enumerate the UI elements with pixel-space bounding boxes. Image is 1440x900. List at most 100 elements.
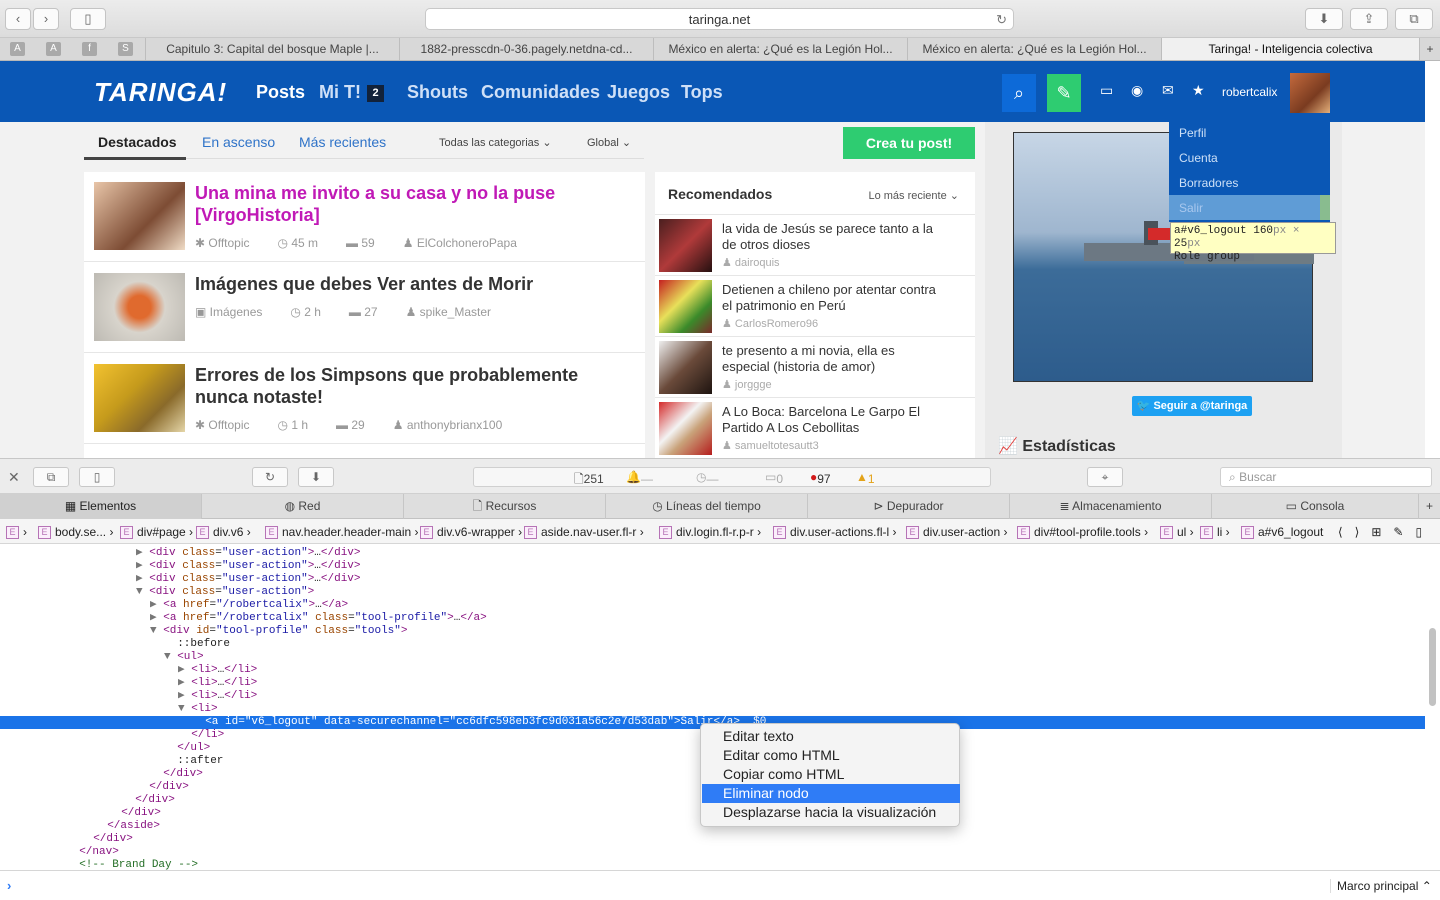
scrollbar[interactable] bbox=[1429, 628, 1436, 706]
post-item[interactable]: Imágenes que debes Ver antes de Morir ▣ … bbox=[84, 263, 645, 353]
detach-button[interactable]: ⧉ bbox=[33, 467, 69, 487]
sidebar-toggle-button[interactable]: ▯ bbox=[70, 8, 106, 30]
tab-mas-recientes[interactable]: Más recientes bbox=[299, 134, 386, 150]
new-tab-button[interactable]: + bbox=[1419, 38, 1440, 60]
nav-mit[interactable]: Mi T! 2 bbox=[319, 82, 384, 103]
frame-select[interactable]: Marco principal ⌃ bbox=[1330, 879, 1432, 893]
category-select[interactable]: Todas las categorias ⌄ bbox=[439, 136, 552, 149]
tab-elementos[interactable]: ▦ Elementos bbox=[0, 494, 202, 519]
recommended-title-link[interactable]: te presento a mi novia, ella es especial… bbox=[722, 343, 942, 375]
breadcrumb-item[interactable]: Ebody.se... › bbox=[38, 525, 113, 540]
create-post-button[interactable]: Crea tu post! bbox=[843, 127, 975, 159]
context-menu-item[interactable]: Eliminar nodo bbox=[702, 784, 960, 803]
site-logo[interactable]: TARINGA! bbox=[94, 77, 227, 108]
tab-depurador[interactable]: ⊳ Depurador bbox=[808, 494, 1010, 519]
dom-node[interactable]: </nav> bbox=[0, 846, 1425, 859]
breadcrumb-item[interactable]: Enav.header.header-main › bbox=[265, 525, 419, 540]
nav-shouts[interactable]: Shouts bbox=[407, 82, 468, 103]
post-thumbnail[interactable] bbox=[94, 273, 185, 341]
tab-recursos[interactable]: 🗋 Recursos bbox=[404, 494, 606, 519]
star-icon[interactable]: ★ bbox=[1192, 82, 1205, 99]
dom-node[interactable]: ▶ <div class="user-action">…</div> bbox=[0, 560, 1425, 573]
tab-consola[interactable]: ▭ Consola bbox=[1212, 494, 1419, 519]
recommended-thumbnail[interactable] bbox=[659, 219, 712, 272]
tab-en-ascenso[interactable]: En ascenso bbox=[202, 134, 275, 150]
post-item[interactable]: Errores de los Simpsons que probablement… bbox=[84, 354, 645, 444]
browser-tab[interactable]: Capitulo 3: Capital del bosque Maple |..… bbox=[145, 38, 399, 60]
dom-node[interactable]: </div> bbox=[0, 833, 1425, 846]
post-title[interactable]: Imágenes que debes Ver antes de Morir bbox=[195, 273, 615, 295]
back-button[interactable]: ‹ bbox=[5, 8, 31, 30]
context-menu-item[interactable]: Desplazarse hacia la visualización bbox=[702, 803, 960, 822]
breadcrumb-item[interactable]: Ediv.v6 › bbox=[196, 525, 251, 540]
mail-icon[interactable]: ✉ bbox=[1162, 82, 1174, 99]
browser-tab[interactable]: México en alerta: ¿Qué es la Legión Hol.… bbox=[653, 38, 907, 60]
username[interactable]: robertcalix bbox=[1222, 85, 1277, 99]
share-button[interactable]: ⇪ bbox=[1350, 8, 1388, 30]
recommended-thumbnail[interactable] bbox=[659, 280, 712, 333]
element-picker-icon[interactable]: ⌖ bbox=[1087, 467, 1123, 487]
browser-tab-active[interactable]: Taringa! - Inteligencia colectiva bbox=[1161, 38, 1419, 60]
recommended-author[interactable]: ♟ dairoquis bbox=[722, 256, 780, 269]
post-item[interactable]: Una mina me invito a su casa y no la pus… bbox=[84, 172, 645, 262]
nav-comunidades[interactable]: Comunidades bbox=[481, 82, 600, 103]
menu-item-borradores[interactable]: Borradores bbox=[1179, 176, 1238, 190]
recommended-item[interactable]: Detienen a chileno por atentar contra el… bbox=[655, 275, 975, 336]
recommended-title-link[interactable]: la vida de Jesús se parece tanto a la de… bbox=[722, 221, 942, 253]
browser-tab[interactable]: México en alerta: ¿Qué es la Legión Hol.… bbox=[907, 38, 1161, 60]
breadcrumb-item[interactable]: Ediv.login.fl-r.p-r › bbox=[659, 525, 761, 540]
sort-select[interactable]: Lo más reciente ⌄ bbox=[868, 189, 959, 202]
add-tab-button[interactable]: + bbox=[1419, 494, 1440, 519]
monitor-icon[interactable]: ▭ bbox=[1100, 82, 1113, 99]
new-post-icon[interactable]: ✎ bbox=[1047, 74, 1081, 112]
recommended-item[interactable]: la vida de Jesús se parece tanto a la de… bbox=[655, 214, 975, 275]
post-title[interactable]: Errores de los Simpsons que probablement… bbox=[195, 364, 615, 408]
dom-node[interactable]: ▶ <a href="/robertcalix" class="tool-pro… bbox=[0, 612, 1425, 625]
nav-posts[interactable]: Posts bbox=[256, 82, 305, 103]
breadcrumb-item[interactable]: Easide.nav-user.fl-r › bbox=[524, 525, 644, 540]
breadcrumb-item[interactable]: Ediv#page › bbox=[120, 525, 193, 540]
tab-almacenamiento[interactable]: ≣ Almacenamiento bbox=[1010, 494, 1212, 519]
context-menu-item[interactable]: Editar texto bbox=[702, 727, 960, 746]
breadcrumb-item[interactable]: Ea#v6_logout bbox=[1241, 525, 1323, 540]
recommended-item[interactable]: A Lo Boca: Barcelona Le Garpo El Partido… bbox=[655, 397, 975, 458]
dom-node[interactable]: ▼ <div class="user-action"> bbox=[0, 586, 1425, 599]
recommended-title-link[interactable]: Detienen a chileno por atentar contra el… bbox=[722, 282, 942, 314]
recommended-title-link[interactable]: A Lo Boca: Barcelona Le Garpo El Partido… bbox=[722, 404, 942, 436]
menu-item-salir[interactable]: Salir bbox=[1179, 201, 1203, 215]
scope-select[interactable]: Global ⌄ bbox=[587, 136, 631, 149]
dom-node[interactable]: ▶ <li>…</li> bbox=[0, 664, 1425, 677]
breadcrumb-item[interactable]: Ediv.user-action › bbox=[906, 525, 1008, 540]
post-title[interactable]: Una mina me invito a su casa y no la pus… bbox=[195, 182, 615, 226]
breadcrumb-root[interactable]: E › bbox=[6, 525, 27, 540]
inspector-search[interactable]: ⌕ Buscar bbox=[1220, 467, 1432, 487]
reload-icon[interactable]: ↻ bbox=[996, 9, 1007, 30]
context-menu-item[interactable]: Copiar como HTML bbox=[702, 765, 960, 784]
forward-button[interactable]: › bbox=[33, 8, 59, 30]
breadcrumb-item[interactable]: Eli › bbox=[1200, 525, 1230, 540]
recommended-author[interactable]: ♟ CarlosRomero96 bbox=[722, 317, 818, 330]
recommended-author[interactable]: ♟ samueltotesautt3 bbox=[722, 439, 819, 452]
favorite-facebook-icon[interactable]: f bbox=[82, 42, 97, 56]
layout-tools[interactable]: ⟨⟩⊞✎▯ bbox=[1338, 525, 1434, 539]
dom-node[interactable]: ▼ <ul> bbox=[0, 651, 1425, 664]
search-icon[interactable]: ⌕ bbox=[1002, 74, 1036, 112]
tab-destacados[interactable]: Destacados bbox=[98, 134, 177, 150]
breadcrumb-item[interactable]: Ediv#tool-profile.tools › bbox=[1017, 525, 1148, 540]
dom-node[interactable]: ▶ <a href="/robertcalix">…</a> bbox=[0, 599, 1425, 612]
twitter-follow-button[interactable]: 🐦 Seguir a @taringa bbox=[1132, 396, 1252, 416]
recommended-item[interactable]: te presento a mi novia, ella es especial… bbox=[655, 336, 975, 397]
recommended-thumbnail[interactable] bbox=[659, 341, 712, 394]
recommended-author[interactable]: ♟ jorggge bbox=[722, 378, 772, 391]
avatar[interactable] bbox=[1290, 73, 1330, 113]
reload-button[interactable]: ↻ bbox=[252, 467, 288, 487]
download-archive-button[interactable]: ⬇ bbox=[298, 467, 334, 487]
dom-node[interactable]: ▶ <li>…</li> bbox=[0, 677, 1425, 690]
dom-node[interactable]: ▶ <li>…</li> bbox=[0, 690, 1425, 703]
download-button[interactable]: ⬇ bbox=[1305, 8, 1343, 30]
dom-node[interactable]: ▼ <div id="tool-profile" class="tools"> bbox=[0, 625, 1425, 638]
eye-icon[interactable]: ◉ bbox=[1131, 82, 1143, 99]
nav-juegos[interactable]: Juegos bbox=[607, 82, 670, 103]
menu-item-cuenta[interactable]: Cuenta bbox=[1179, 151, 1218, 165]
tab-red[interactable]: ◍ Red bbox=[202, 494, 404, 519]
